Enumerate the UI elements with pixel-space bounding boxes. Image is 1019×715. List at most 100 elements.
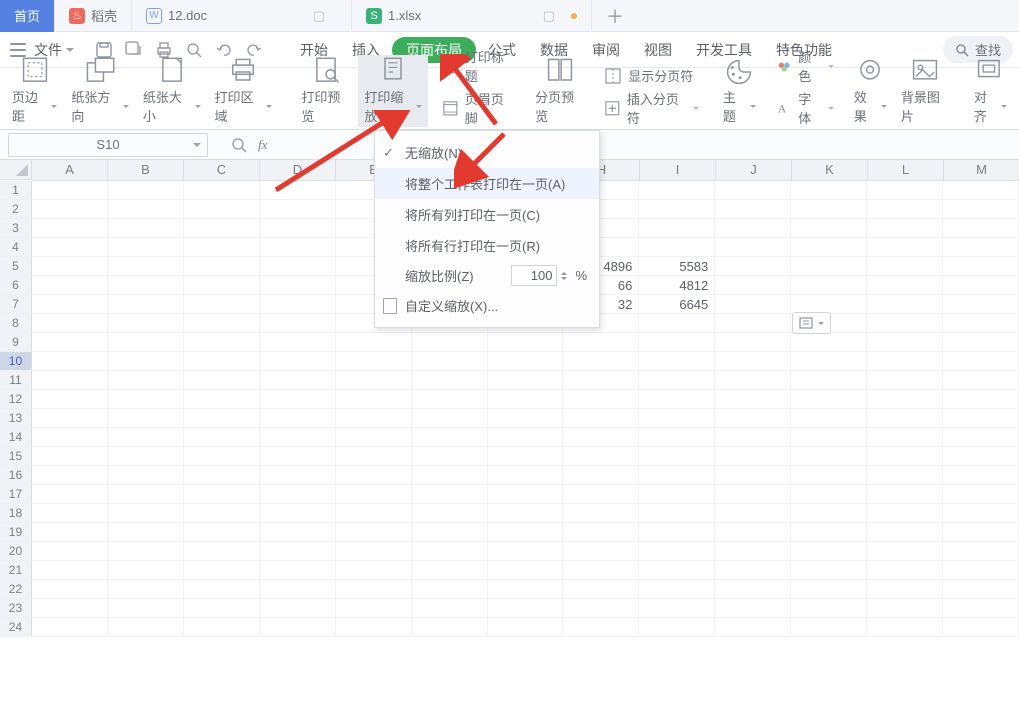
cell[interactable] — [260, 523, 336, 542]
cell[interactable] — [715, 333, 791, 352]
cell[interactable] — [563, 504, 639, 523]
cell[interactable] — [32, 257, 108, 276]
cell[interactable] — [108, 409, 184, 428]
cell[interactable] — [715, 371, 791, 390]
cell[interactable] — [184, 485, 260, 504]
cell[interactable] — [412, 333, 488, 352]
cell[interactable] — [184, 200, 260, 219]
fit-rows-item[interactable]: 将所有行打印在一页(R) — [375, 230, 599, 261]
col-header[interactable]: D — [260, 160, 336, 180]
cell[interactable] — [32, 352, 108, 371]
cell[interactable] — [563, 428, 639, 447]
cell[interactable] — [791, 409, 867, 428]
cell[interactable] — [32, 580, 108, 599]
cell[interactable] — [108, 371, 184, 390]
cell[interactable] — [336, 333, 412, 352]
cell[interactable] — [108, 561, 184, 580]
effects-button[interactable]: 效果 — [848, 55, 893, 127]
cell[interactable] — [867, 238, 943, 257]
cell[interactable] — [867, 542, 943, 561]
cell[interactable] — [791, 352, 867, 371]
cell[interactable] — [639, 238, 715, 257]
cell[interactable] — [943, 371, 1019, 390]
cell[interactable] — [488, 485, 564, 504]
cell[interactable] — [943, 523, 1019, 542]
cell[interactable] — [943, 466, 1019, 485]
cell[interactable] — [867, 466, 943, 485]
cell[interactable] — [715, 447, 791, 466]
cell[interactable] — [867, 504, 943, 523]
cell[interactable] — [412, 561, 488, 580]
cell[interactable] — [260, 447, 336, 466]
cell[interactable] — [260, 219, 336, 238]
tab-daoqiao[interactable]: ♨ 稻壳 — [55, 0, 132, 32]
cell[interactable] — [715, 352, 791, 371]
col-header[interactable]: C — [184, 160, 260, 180]
cell[interactable] — [791, 200, 867, 219]
row-header[interactable]: 14 — [0, 428, 32, 447]
orientation-button[interactable]: 纸张方向 — [65, 55, 135, 127]
cell[interactable] — [791, 542, 867, 561]
cell[interactable] — [715, 618, 791, 637]
cell[interactable] — [791, 371, 867, 390]
cell[interactable] — [563, 447, 639, 466]
cell[interactable] — [412, 466, 488, 485]
header-footer-button[interactable]: 页眉页脚 — [436, 89, 519, 127]
cell[interactable] — [488, 390, 564, 409]
no-scale-item[interactable]: ✓ 无缩放(N) — [375, 137, 599, 168]
cell[interactable] — [184, 466, 260, 485]
cell[interactable] — [943, 200, 1019, 219]
row-header[interactable]: 11 — [0, 371, 32, 390]
cell[interactable] — [563, 523, 639, 542]
cell[interactable] — [867, 618, 943, 637]
cell[interactable] — [32, 485, 108, 504]
cell[interactable] — [184, 238, 260, 257]
cell[interactable] — [184, 428, 260, 447]
print-preview-button[interactable]: 打印预览 — [295, 55, 356, 127]
cell[interactable] — [488, 599, 564, 618]
print-scale-button[interactable]: 打印缩放 — [358, 55, 428, 127]
cell[interactable] — [791, 219, 867, 238]
row-header[interactable]: 21 — [0, 561, 32, 580]
cell[interactable] — [260, 352, 336, 371]
cell[interactable] — [867, 219, 943, 238]
cell[interactable] — [260, 257, 336, 276]
cell[interactable] — [867, 181, 943, 200]
cell[interactable] — [488, 428, 564, 447]
row-header[interactable]: 19 — [0, 523, 32, 542]
cell[interactable] — [791, 181, 867, 200]
cell[interactable] — [184, 542, 260, 561]
print-titles-button[interactable]: 打印标题 — [436, 47, 519, 85]
cell[interactable] — [791, 504, 867, 523]
cell[interactable] — [336, 599, 412, 618]
cell[interactable] — [260, 238, 336, 257]
cell[interactable] — [412, 352, 488, 371]
col-header[interactable]: I — [640, 160, 716, 180]
cell[interactable] — [639, 485, 715, 504]
cell[interactable] — [867, 447, 943, 466]
row-header[interactable]: 15 — [0, 447, 32, 466]
cell[interactable] — [715, 599, 791, 618]
cell[interactable] — [184, 390, 260, 409]
cell[interactable] — [867, 485, 943, 504]
cell[interactable] — [563, 409, 639, 428]
cell[interactable] — [639, 219, 715, 238]
cell[interactable] — [563, 371, 639, 390]
row-header[interactable]: 24 — [0, 618, 32, 637]
cell[interactable] — [412, 371, 488, 390]
cell[interactable] — [260, 504, 336, 523]
cell[interactable] — [943, 428, 1019, 447]
cell[interactable] — [867, 428, 943, 447]
cell[interactable] — [867, 409, 943, 428]
cell[interactable] — [336, 371, 412, 390]
col-header[interactable]: J — [716, 160, 792, 180]
cell[interactable] — [336, 390, 412, 409]
cell[interactable] — [32, 542, 108, 561]
cell[interactable] — [791, 333, 867, 352]
cell[interactable] — [336, 523, 412, 542]
cell[interactable] — [563, 580, 639, 599]
cell[interactable] — [336, 618, 412, 637]
cell[interactable] — [639, 333, 715, 352]
row-header[interactable]: 1 — [0, 181, 32, 200]
cell[interactable] — [639, 371, 715, 390]
